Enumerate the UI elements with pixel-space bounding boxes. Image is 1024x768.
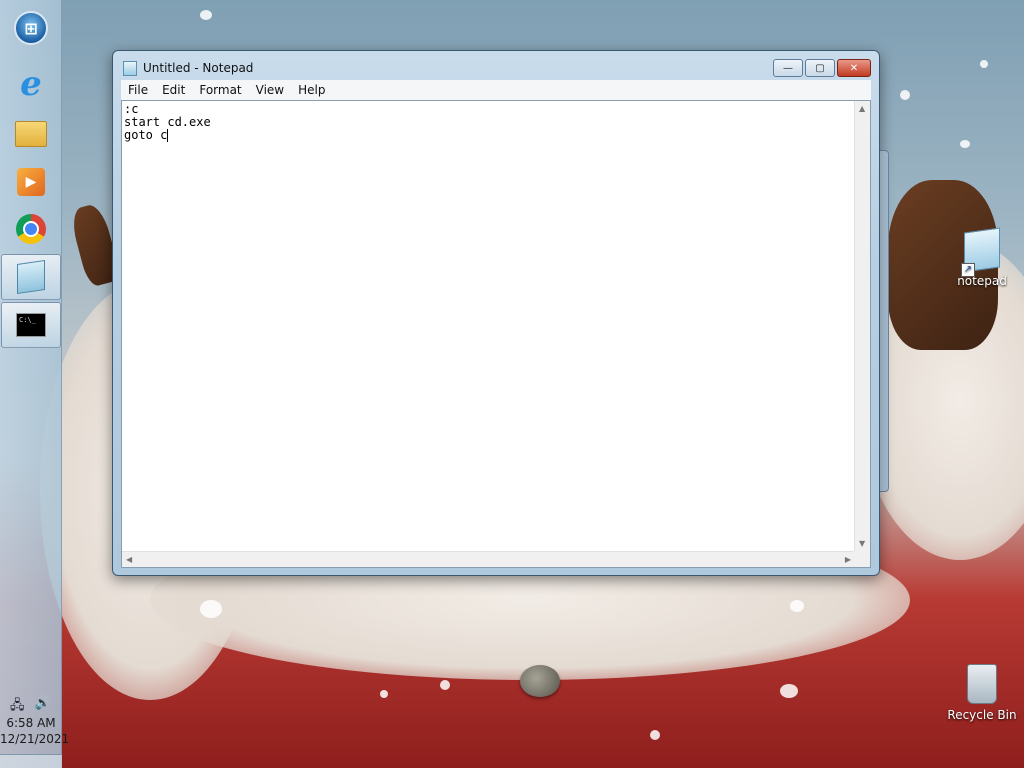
- text-line: goto c: [124, 128, 168, 142]
- tray-icons: 🖧 🔊: [10, 696, 51, 718]
- windows-orb-icon: ⊞: [14, 11, 48, 45]
- clock-time[interactable]: 6:58 AM: [0, 716, 62, 730]
- start-button[interactable]: ⊞: [6, 6, 56, 50]
- taskbar-cmd[interactable]: C:\_: [1, 302, 61, 348]
- menubar: File Edit Format View Help: [121, 80, 871, 100]
- desktop-icon-label: notepad: [957, 274, 1007, 288]
- minimize-button[interactable]: —: [773, 59, 803, 77]
- maximize-button[interactable]: ▢: [805, 59, 835, 77]
- scroll-left-arrow-icon[interactable]: ◀: [126, 555, 132, 564]
- snowflake: [780, 684, 798, 698]
- clock-date[interactable]: 12/21/2021: [0, 732, 69, 746]
- network-icon[interactable]: 🖧: [10, 696, 25, 718]
- taskbar-chrome[interactable]: [6, 207, 56, 251]
- editor-text[interactable]: :c start cd.exe goto c: [124, 103, 211, 142]
- notepad-title-icon[interactable]: [123, 61, 137, 76]
- ie-icon: e: [20, 64, 42, 104]
- taskbar-media-player[interactable]: ▶: [6, 160, 56, 204]
- wallpaper-coat-button: [520, 665, 560, 697]
- menu-edit[interactable]: Edit: [155, 83, 192, 97]
- snowflake: [440, 680, 450, 690]
- window-title: Untitled - Notepad: [143, 61, 254, 75]
- menu-file[interactable]: File: [121, 83, 155, 97]
- notepad-shortcut-icon: ↗: [961, 227, 1000, 277]
- notepad-window: Untitled - Notepad — ▢ ✕ File Edit Forma…: [112, 50, 880, 576]
- horizontal-scrollbar[interactable]: ◀ ▶: [122, 551, 855, 567]
- system-tray: 🖧 🔊 6:58 AM 12/21/2021: [0, 696, 69, 768]
- media-player-icon: ▶: [17, 168, 45, 196]
- scroll-up-arrow-icon[interactable]: ▲: [859, 104, 865, 113]
- snowflake: [900, 90, 910, 100]
- volume-icon[interactable]: 🔊: [35, 696, 51, 718]
- text-line-last: goto c: [124, 129, 211, 142]
- desktop-icon-recycle-bin[interactable]: Recycle Bin: [942, 664, 1022, 722]
- menu-format[interactable]: Format: [192, 83, 248, 97]
- folder-icon: [15, 121, 47, 147]
- resize-grip[interactable]: [854, 551, 870, 567]
- taskbar-file-explorer[interactable]: [6, 112, 56, 156]
- snowflake: [980, 60, 988, 68]
- recycle-bin-icon: [967, 664, 997, 704]
- snowflake: [650, 730, 660, 740]
- menu-view[interactable]: View: [249, 83, 291, 97]
- text-editor[interactable]: :c start cd.exe goto c ▲ ▼ ◀ ▶: [121, 100, 871, 568]
- snowflake: [790, 600, 804, 612]
- snowflake: [380, 690, 388, 698]
- notepad-icon: [17, 260, 45, 294]
- taskbar: ⊞ e ▶ C:\_ 🖧 🔊 6:58 AM 12/21/2021: [0, 0, 69, 768]
- menu-help[interactable]: Help: [291, 83, 332, 97]
- shortcut-arrow-icon: ↗: [961, 262, 975, 277]
- close-button[interactable]: ✕: [837, 59, 871, 77]
- cmd-icon: C:\_: [16, 313, 46, 337]
- vertical-scrollbar[interactable]: ▲ ▼: [854, 101, 870, 551]
- text-caret: [167, 129, 169, 142]
- scroll-right-arrow-icon[interactable]: ▶: [845, 555, 851, 564]
- taskbar-notepad[interactable]: [1, 254, 61, 300]
- snowflake: [960, 140, 970, 148]
- snowflake: [200, 600, 222, 618]
- chrome-icon: [16, 214, 46, 244]
- scroll-down-arrow-icon[interactable]: ▼: [859, 539, 865, 548]
- desktop-icon-notepad[interactable]: ↗ notepad: [942, 227, 1022, 288]
- taskbar-internet-explorer[interactable]: e: [6, 62, 56, 106]
- titlebar[interactable]: Untitled - Notepad — ▢ ✕: [113, 51, 879, 83]
- desktop-icon-label: Recycle Bin: [947, 708, 1017, 722]
- snowflake: [200, 10, 212, 20]
- show-desktop-button[interactable]: [0, 754, 62, 768]
